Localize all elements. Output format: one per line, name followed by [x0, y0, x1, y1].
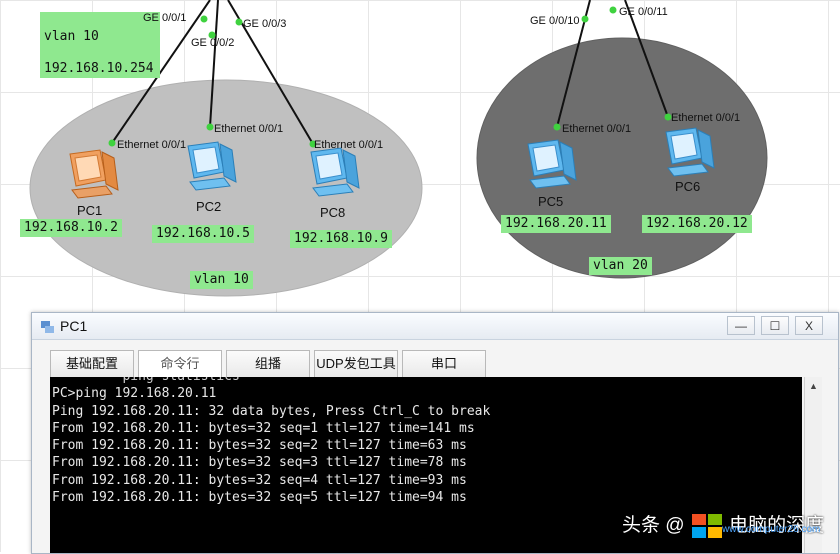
- watermark-site: www.computer26.com: [722, 524, 821, 535]
- pc6-port: Ethernet 0/0/1: [671, 112, 741, 124]
- minimize-button[interactable]: —: [727, 316, 755, 335]
- port-ge-0-0-1: GE 0/0/1: [143, 12, 187, 24]
- gateway-ip: 192.168.10.254: [44, 61, 154, 76]
- pc5-port: Ethernet 0/0/1: [562, 123, 632, 135]
- watermark-left: 头条 @: [622, 515, 685, 536]
- console-line: Ping 192.168.20.11: 32 data bytes, Press…: [52, 403, 491, 419]
- pc1-port: Ethernet 0/0/1: [117, 139, 187, 151]
- tab-command-line[interactable]: 命令行: [138, 350, 222, 378]
- vlan20-label: vlan 20: [589, 257, 652, 275]
- pc2-port: Ethernet 0/0/1: [214, 123, 284, 135]
- pc8-port: Ethernet 0/0/1: [314, 139, 384, 151]
- console-line: From 192.168.20.11: bytes=32 seq=2 ttl=1…: [52, 438, 467, 454]
- tab-basic-config[interactable]: 基础配置: [50, 350, 134, 378]
- pc5-ip: 192.168.20.11: [501, 215, 611, 233]
- scroll-up-icon[interactable]: ▲: [809, 381, 818, 391]
- window-titlebar[interactable]: PC1 — ☐ X: [32, 313, 838, 340]
- pc8-name: PC8: [320, 205, 346, 220]
- windows-logo-icon: [691, 513, 722, 538]
- pc1-ip: 192.168.10.2: [20, 219, 122, 237]
- gateway-vlan: vlan 10: [44, 29, 99, 44]
- pc8-ip: 192.168.10.9: [290, 230, 392, 248]
- window-title: PC1: [60, 318, 88, 334]
- pc1-name: PC1: [77, 203, 103, 218]
- console-line: From 192.168.20.11: bytes=32 seq=5 ttl=1…: [52, 490, 467, 506]
- tab-udp-tool[interactable]: UDP发包工具: [314, 350, 398, 378]
- close-button[interactable]: X: [795, 316, 823, 335]
- pc2-ip: 192.168.10.5: [152, 225, 254, 243]
- console-line: From 192.168.20.11: bytes=32 seq=3 ttl=1…: [52, 455, 467, 471]
- pc6-name: PC6: [675, 179, 701, 194]
- console-line: From 192.168.20.11: bytes=32 seq=1 ttl=1…: [52, 420, 475, 436]
- tab-multicast[interactable]: 组播: [226, 350, 310, 378]
- console-cut-line: ------ ping statistics ------: [50, 377, 802, 385]
- pc2-name: PC2: [196, 199, 222, 214]
- vlan20-area: [476, 37, 768, 279]
- console-line: From 192.168.20.11: bytes=32 seq=4 ttl=1…: [52, 472, 467, 488]
- port-ge-0-0-3: GE 0/0/3: [243, 18, 287, 30]
- port-ge-0-0-2: GE 0/0/2: [191, 37, 235, 49]
- pc5-name: PC5: [538, 194, 564, 209]
- watermark: 头条 @ 电脑的深度 www.computer26.com: [622, 510, 824, 540]
- maximize-button[interactable]: ☐: [761, 316, 789, 335]
- port-ge-0-0-11: GE 0/0/11: [619, 6, 668, 18]
- pc6-ip: 192.168.20.12: [642, 215, 752, 233]
- gateway-label: vlan 10 192.168.10.254: [40, 12, 160, 78]
- vlan10-label: vlan 10: [190, 271, 253, 289]
- console-line: PC>ping 192.168.20.11: [52, 386, 217, 402]
- app-icon: [41, 321, 54, 333]
- tab-serial[interactable]: 串口: [402, 350, 486, 378]
- port-ge-0-0-10: GE 0/0/10: [530, 15, 580, 27]
